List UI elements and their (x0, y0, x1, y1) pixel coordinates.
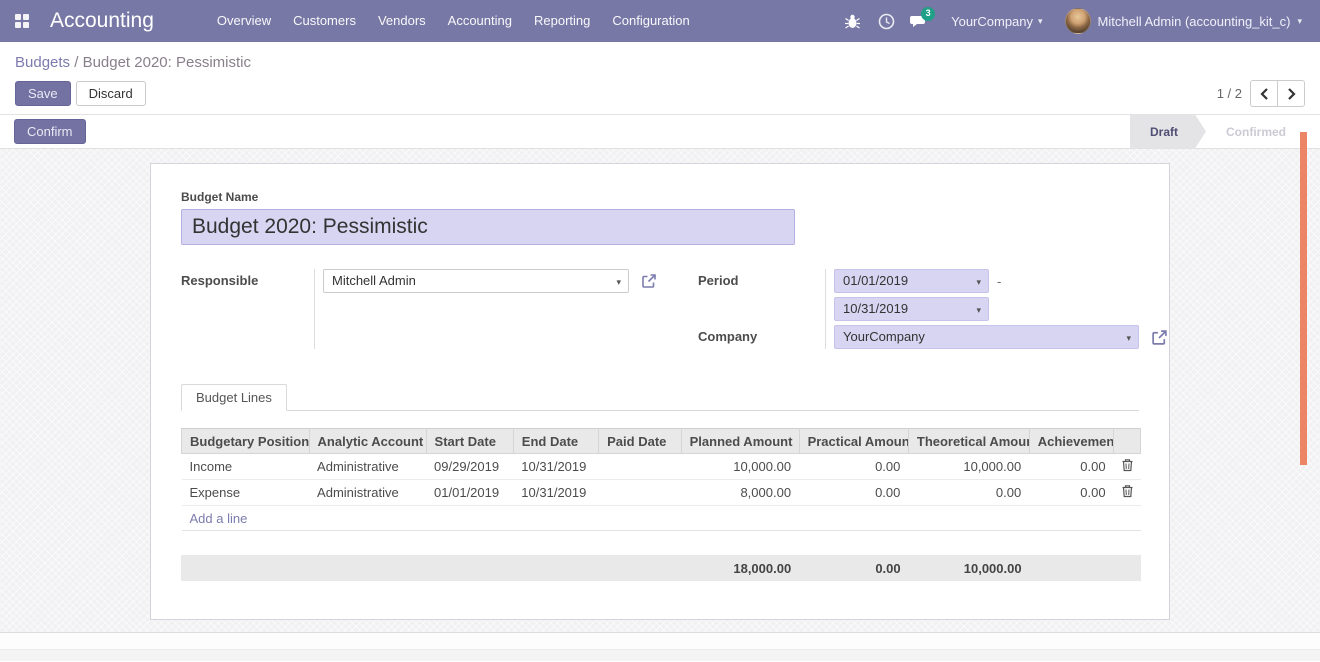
period-from-date-select[interactable]: 01/01/2019 ▾ (834, 269, 989, 293)
pager-value: 1 / 2 (1217, 86, 1242, 101)
chatter-strip (0, 649, 1320, 661)
breadcrumb: Budgets / Budget 2020: Pessimistic (15, 54, 1305, 71)
discard-button[interactable]: Discard (76, 81, 146, 106)
chevron-down-icon: ▾ (1126, 326, 1131, 350)
company-select[interactable]: YourCompany ▾ (834, 325, 1139, 349)
col-analytic-account[interactable]: Analytic Account (309, 429, 426, 454)
responsible-select[interactable]: Mitchell Admin ▾ (323, 269, 629, 293)
group-left: Responsible Mitchell Admin ▾ (181, 269, 657, 349)
stage-indicator: Draft Confirmed (1130, 115, 1320, 149)
vertical-scrollbar[interactable] (1300, 132, 1307, 465)
user-avatar (1065, 8, 1091, 34)
total-theoretical: 10,000.00 (909, 555, 1030, 581)
pager-next-button[interactable] (1277, 80, 1305, 107)
footer-strip (0, 633, 1320, 649)
chevron-right-icon (1287, 88, 1296, 100)
menu-item-accounting[interactable]: Accounting (437, 0, 523, 42)
debug-bug-icon[interactable] (835, 0, 869, 42)
user-name: Mitchell Admin (accounting_kit_c) (1098, 14, 1291, 29)
col-start-date[interactable]: Start Date (426, 429, 513, 454)
budget-lines-table: Budgetary Position Analytic Account Star… (181, 428, 1141, 531)
save-button[interactable]: Save (15, 81, 71, 106)
form-sheet: Budget Name Responsible Mitchell Admin ▾ (150, 163, 1170, 620)
pager-previous-button[interactable] (1250, 80, 1278, 107)
company-switcher[interactable]: YourCompany ▾ (937, 0, 1056, 42)
group-right: Period Company 01/01/2019 ▾ - (698, 269, 1168, 349)
navbar-systray: 3 YourCompany ▾ Mitchell Admin (accounti… (835, 0, 1320, 42)
delete-row-icon[interactable] (1121, 458, 1134, 472)
messages-icon[interactable]: 3 (903, 0, 937, 42)
total-practical: 0.00 (799, 555, 908, 581)
period-label: Period (698, 269, 825, 293)
control-panel: Budgets / Budget 2020: Pessimistic Save … (0, 42, 1320, 115)
company-name: YourCompany (951, 14, 1033, 29)
message-count-badge: 3 (921, 7, 935, 21)
breadcrumb-budgets-link[interactable]: Budgets (15, 54, 70, 71)
budget-name-input[interactable] (181, 209, 795, 245)
col-planned-amount[interactable]: Planned Amount (681, 429, 799, 454)
user-menu[interactable]: Mitchell Admin (accounting_kit_c) ▾ (1057, 0, 1306, 42)
form-view-background: Budget Name Responsible Mitchell Admin ▾ (0, 149, 1320, 632)
col-paid-date[interactable]: Paid Date (599, 429, 681, 454)
top-navbar: Accounting Overview Customers Vendors Ac… (0, 0, 1320, 42)
tab-budget-lines[interactable]: Budget Lines (181, 384, 287, 411)
activities-clock-icon[interactable] (869, 0, 903, 42)
chevron-down-icon: ▾ (976, 270, 981, 294)
confirm-button[interactable]: Confirm (14, 119, 86, 144)
chevron-down-icon: ▾ (1297, 16, 1302, 27)
menu-item-reporting[interactable]: Reporting (523, 0, 601, 42)
stage-draft[interactable]: Draft (1130, 115, 1206, 149)
responsible-external-link-icon[interactable] (641, 273, 657, 289)
company-external-link-icon[interactable] (1151, 329, 1168, 346)
add-a-line-link[interactable]: Add a line (190, 511, 248, 526)
form-statusbar: Confirm Draft Confirmed (0, 115, 1320, 149)
totals-row: 18,000.00 0.00 10,000.00 (181, 555, 1141, 581)
breadcrumb-current: Budget 2020: Pessimistic (83, 54, 251, 71)
col-theoretical-amount[interactable]: Theoretical Amount (908, 429, 1029, 454)
responsible-label: Responsible (181, 269, 314, 293)
chevron-down-icon: ▾ (1038, 16, 1043, 27)
apps-menu-icon[interactable] (0, 0, 44, 42)
col-practical-amount[interactable]: Practical Amount (799, 429, 908, 454)
breadcrumb-separator: / (74, 54, 78, 71)
menu-item-overview[interactable]: Overview (206, 0, 282, 42)
table-header-row: Budgetary Position Analytic Account Star… (182, 429, 1141, 454)
notebook-tabbar: Budget Lines (181, 384, 1139, 411)
menu-item-vendors[interactable]: Vendors (367, 0, 437, 42)
budget-name-label: Budget Name (181, 190, 1139, 204)
menu-item-customers[interactable]: Customers (282, 0, 367, 42)
table-row[interactable]: Income Administrative 09/29/2019 10/31/2… (182, 454, 1141, 480)
chevron-down-icon: ▾ (616, 270, 621, 294)
delete-row-icon[interactable] (1121, 484, 1134, 498)
col-achievement[interactable]: Achievement (1029, 429, 1113, 454)
period-range-separator: - (997, 274, 1001, 289)
main-menu: Overview Customers Vendors Accounting Re… (206, 0, 701, 42)
company-label: Company (698, 325, 825, 349)
table-row[interactable]: Expense Administrative 01/01/2019 10/31/… (182, 480, 1141, 506)
app-brand[interactable]: Accounting (50, 9, 154, 33)
period-to-date-select[interactable]: 10/31/2019 ▾ (834, 297, 989, 321)
col-budgetary-position[interactable]: Budgetary Position (182, 429, 310, 454)
col-end-date[interactable]: End Date (513, 429, 598, 454)
total-planned: 18,000.00 (681, 555, 799, 581)
menu-item-configuration[interactable]: Configuration (601, 0, 700, 42)
chevron-down-icon: ▾ (976, 298, 981, 322)
record-pager: 1 / 2 (1217, 80, 1305, 107)
total-achievement (1030, 555, 1114, 581)
grid-icon (15, 14, 29, 28)
chevron-left-icon (1260, 88, 1269, 100)
stage-confirmed[interactable]: Confirmed (1206, 115, 1306, 149)
col-delete (1114, 429, 1141, 454)
